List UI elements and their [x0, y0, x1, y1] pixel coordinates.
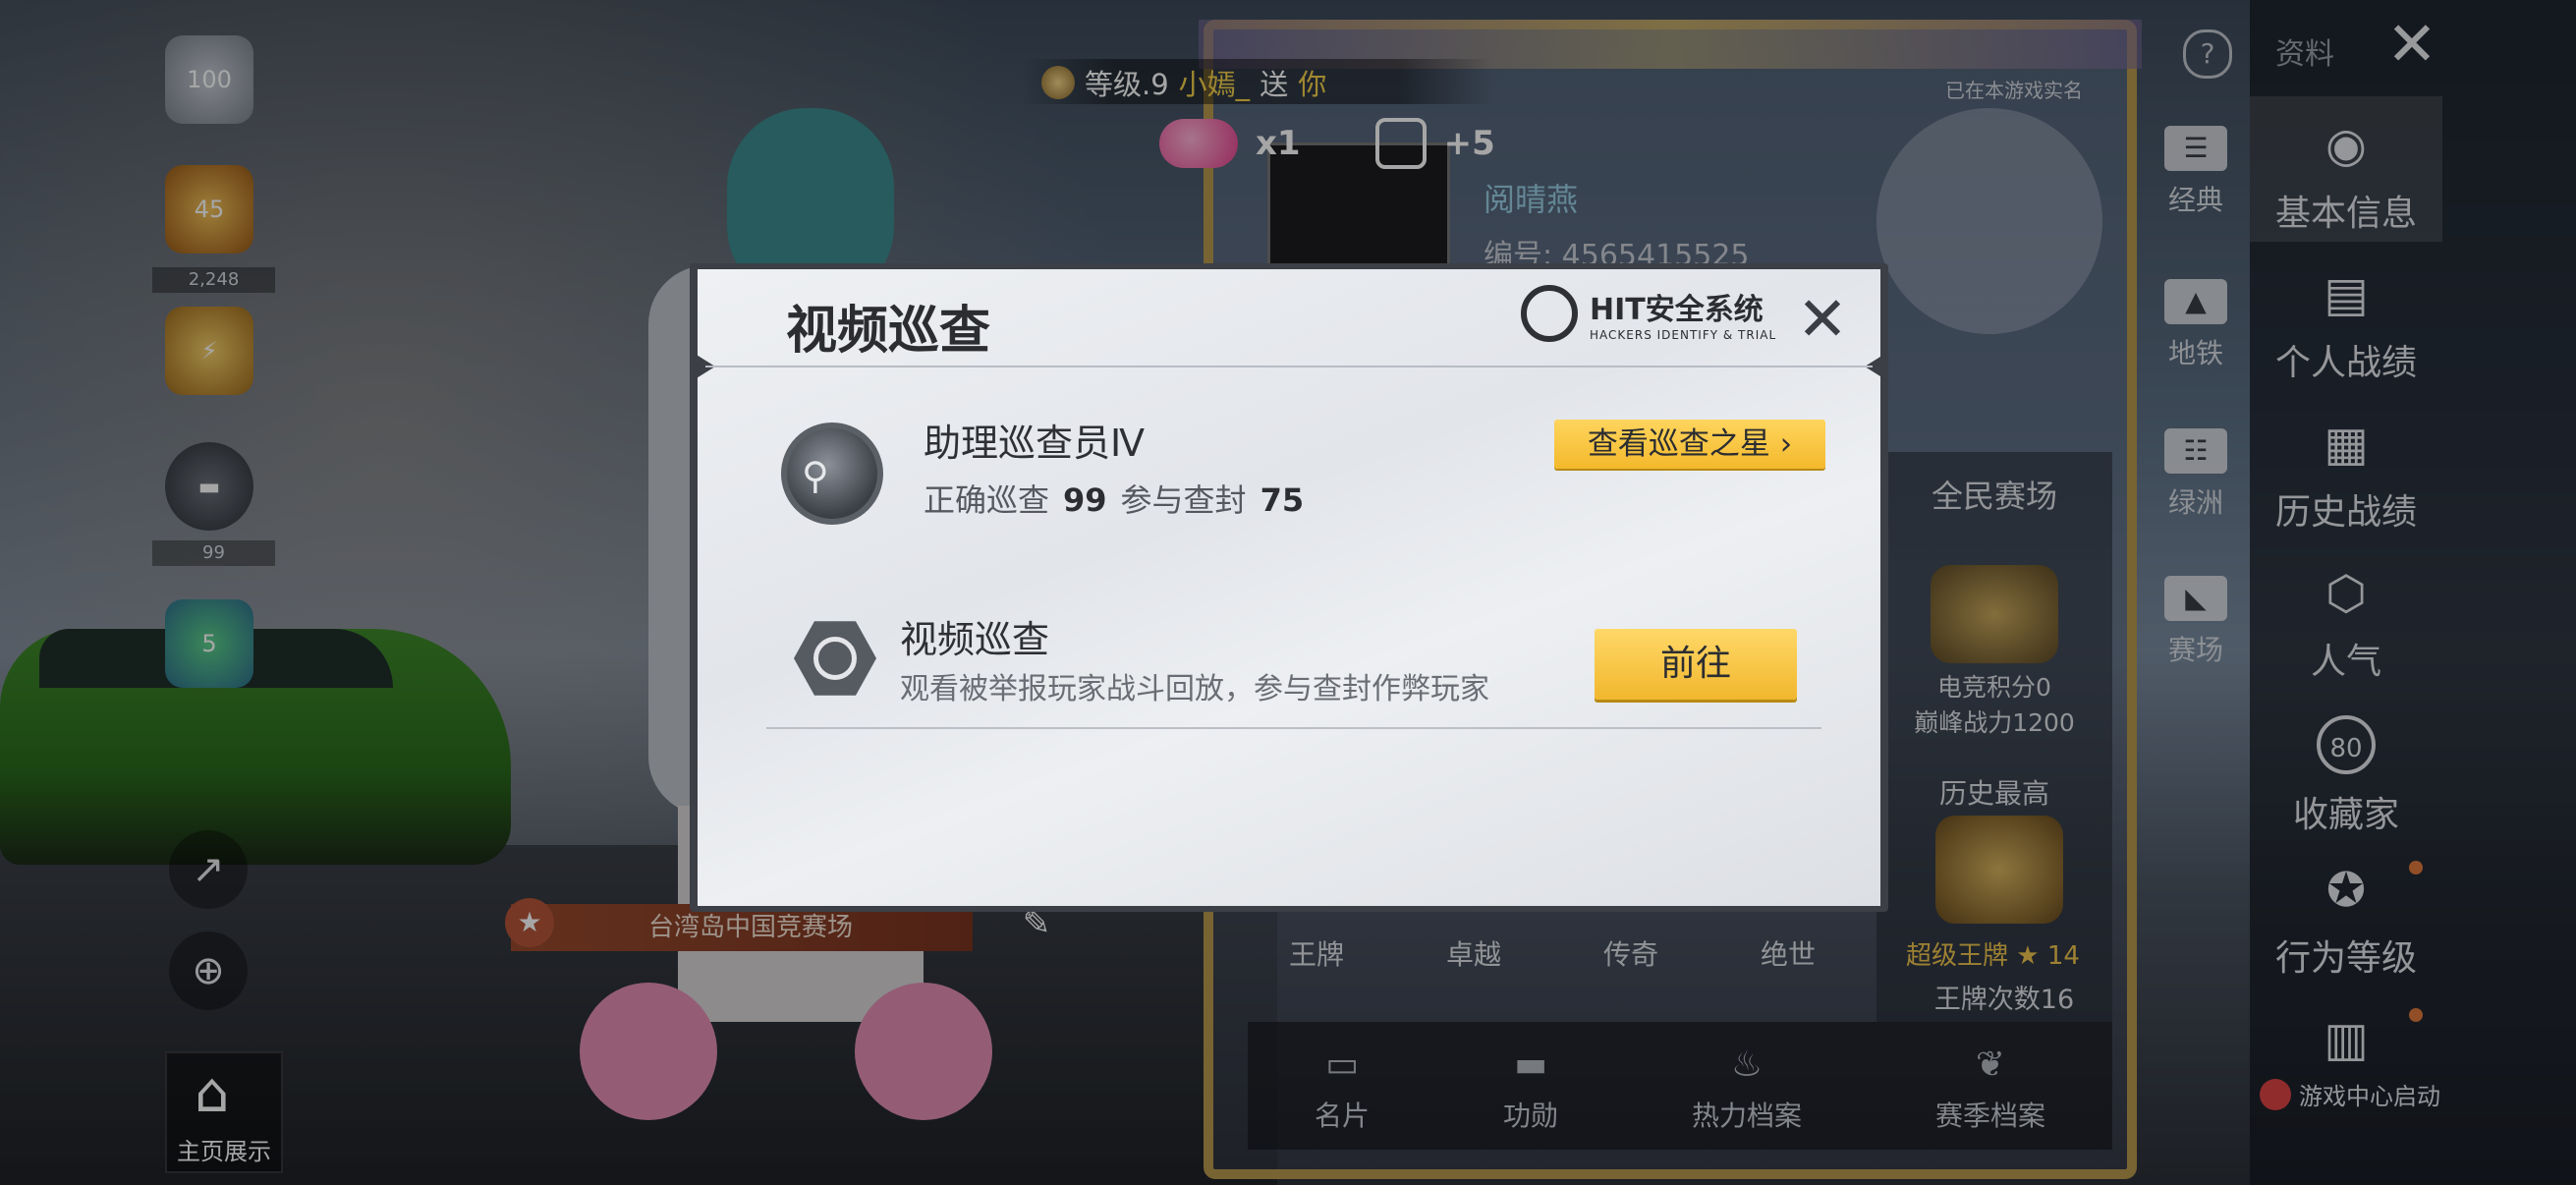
crosshair-ring	[813, 637, 857, 680]
hit-security-logo: HIT安全系统 HACKERS IDENTIFY & TRIAL	[1521, 285, 1776, 342]
patrol-rank-name: 助理巡查员Ⅳ	[924, 422, 1146, 465]
dialog-divider	[705, 366, 1873, 367]
dialog-close-button[interactable]: ✕	[1788, 285, 1857, 354]
patrol-rank-medal	[781, 423, 883, 525]
correct-label: 正确巡查	[924, 481, 1050, 519]
view-patrol-star-button[interactable]: 查看巡查之星 ›	[1554, 420, 1825, 469]
hit-logo-main: HIT安全系统	[1590, 293, 1764, 327]
task-description: 观看被举报玩家战斗回放，参与查封作弊玩家	[900, 672, 1489, 706]
task-title: 视频巡查	[900, 618, 1050, 661]
correct-value: 99	[1063, 481, 1107, 519]
hit-logo-text: HIT安全系统 HACKERS IDENTIFY & TRIAL	[1590, 285, 1776, 342]
task-divider	[766, 727, 1821, 729]
ban-label: 参与查封	[1120, 481, 1247, 519]
patrol-stats: 正确巡查 99 参与查封 75	[924, 476, 1317, 521]
dialog-title: 视频巡查	[786, 302, 991, 361]
hit-logo-icon	[1521, 285, 1578, 342]
hit-logo-sub: HACKERS IDENTIFY & TRIAL	[1590, 328, 1777, 342]
scope-icon: ⚲	[802, 454, 829, 497]
ban-value: 75	[1260, 481, 1305, 519]
close-icon: ✕	[1797, 283, 1848, 355]
go-button[interactable]: 前往	[1595, 629, 1797, 700]
